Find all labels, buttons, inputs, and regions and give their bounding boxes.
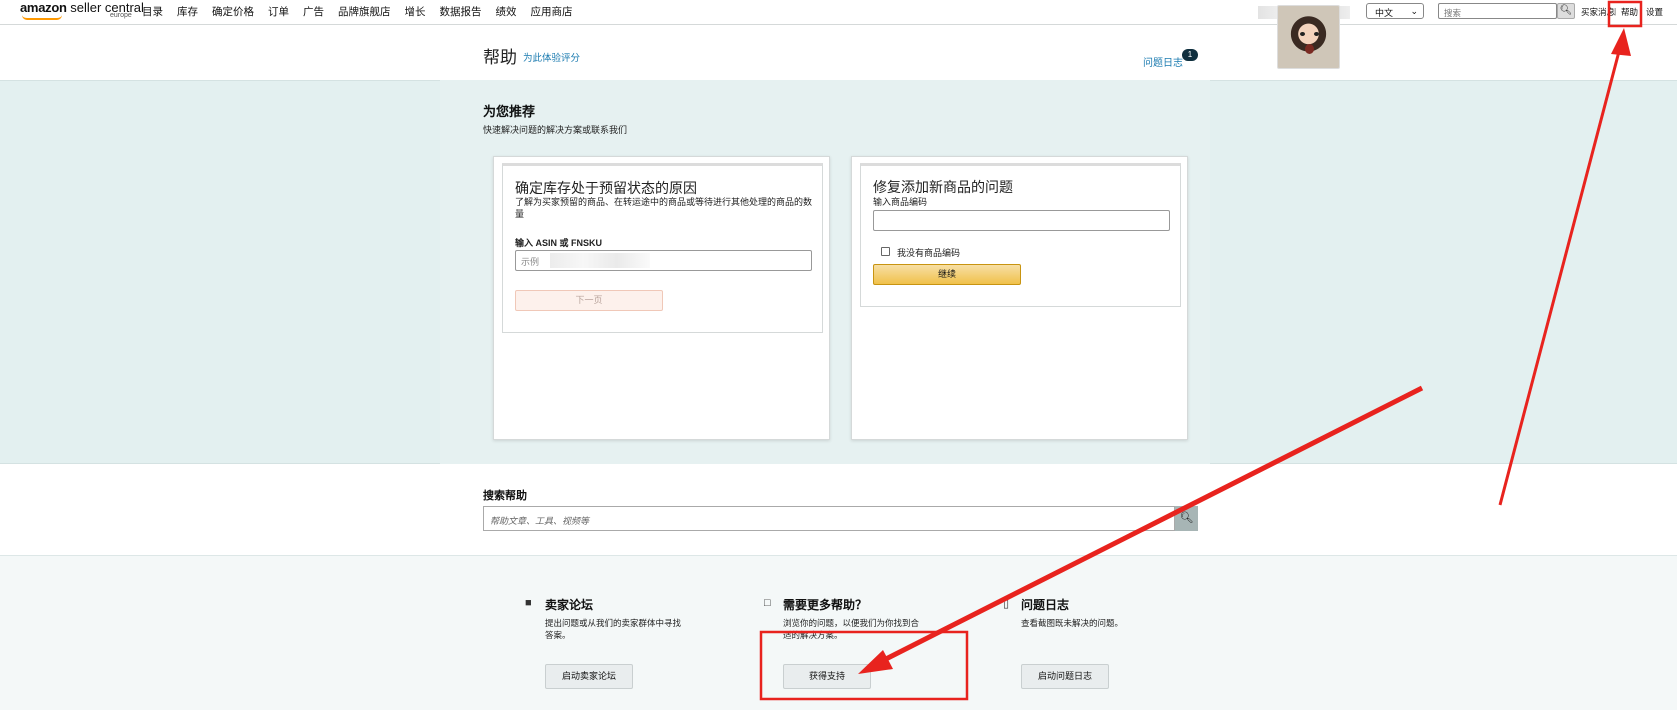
- language-select[interactable]: 中文 ⌄: [1366, 3, 1424, 19]
- recommend-subtitle: 快速解决问题的解决方案或联系我们: [483, 125, 628, 135]
- product-code-input[interactable]: [873, 210, 1170, 231]
- menu-item-inventory[interactable]: 库存: [177, 4, 198, 19]
- get-support-button[interactable]: 获得支持: [783, 664, 871, 689]
- menu-item-reports[interactable]: 数据报告: [440, 4, 482, 19]
- card-title: 修复添加新商品的问题: [873, 179, 1013, 195]
- seller-forum-title: 卖家论坛: [545, 598, 594, 612]
- no-product-code-checkbox[interactable]: [881, 247, 890, 256]
- settings-link[interactable]: 设置: [1646, 6, 1663, 18]
- speech-bubble-icon: □: [764, 597, 771, 609]
- card-add-product: 修复添加新商品的问题 输入商品编码 我没有商品编码 继续: [851, 156, 1188, 440]
- user-photo-overlay: [1277, 5, 1340, 69]
- buyer-messages-link[interactable]: 买家消息: [1581, 6, 1615, 18]
- menu-item-pricing[interactable]: 确定价格: [212, 4, 254, 19]
- help-link[interactable]: 帮助: [1621, 6, 1638, 18]
- logo-smile-icon: [22, 15, 62, 20]
- more-help-description: 浏览你的问题，以便我们为你找到合适的解决方案。: [783, 618, 920, 640]
- arrow-to-help-head: [1611, 28, 1631, 56]
- asin-fnsku-input[interactable]: 示例: [515, 250, 812, 271]
- card-reserved-inventory: 确定库存处于预留状态的原因 了解为买家预留的商品、在转运途中的商品或等待进行其他…: [493, 156, 830, 440]
- help-search-placeholder: 帮助文章、工具、视频等: [490, 516, 590, 526]
- menu-item-appstore[interactable]: 应用商店: [531, 4, 573, 19]
- top-search-input[interactable]: 搜索: [1438, 3, 1557, 19]
- asin-input-placeholder: 示例: [521, 257, 540, 267]
- top-navigation-bar: amazon seller central europe 目录 库存 确定价格 …: [0, 0, 1677, 25]
- chat-bubbles-icon: ■: [525, 597, 532, 609]
- continue-button[interactable]: 继续: [873, 264, 1021, 285]
- card-description: 了解为买家预留的商品、在转运途中的商品或等待进行其他处理的商品的数量: [515, 197, 813, 219]
- launch-issue-log-button[interactable]: 启动问题日志: [1021, 664, 1109, 689]
- menu-item-performance[interactable]: 绩效: [496, 4, 517, 19]
- card-add-product-body: 修复添加新商品的问题 输入商品编码 我没有商品编码 继续: [860, 163, 1181, 307]
- search-icon[interactable]: 🔍︎: [1557, 3, 1575, 19]
- logo-region: europe: [110, 12, 132, 19]
- document-icon: ▯: [1003, 598, 1010, 610]
- issue-log-title: 问题日志: [1021, 598, 1070, 612]
- help-search-input[interactable]: 帮助文章、工具、视频等: [483, 506, 1175, 531]
- link-separator: |: [1614, 6, 1617, 16]
- more-help-title: 需要更多帮助？: [783, 598, 868, 612]
- issue-log-link[interactable]: 问题日志: [1143, 54, 1183, 69]
- main-menu: 目录 库存 确定价格 订单 广告 品牌旗舰店 增长 数据报告 绩效 应用商店: [142, 4, 587, 19]
- seller-forum-description: 提出问题或从我们的卖家群体中寻找答案。: [545, 618, 682, 640]
- search-icon[interactable]: 🔍︎: [1175, 506, 1198, 531]
- menu-item-orders[interactable]: 订单: [268, 4, 289, 19]
- menu-item-growth[interactable]: 增长: [405, 4, 426, 19]
- launch-seller-forum-button[interactable]: 启动卖家论坛: [545, 664, 633, 689]
- next-page-button[interactable]: 下一页: [515, 290, 663, 311]
- blurred-example-value: [550, 253, 650, 268]
- issue-log-description: 查看截图既未解决的问题。: [1021, 618, 1124, 628]
- search-help-title: 搜索帮助: [483, 490, 527, 502]
- menu-item-advertising[interactable]: 广告: [303, 4, 324, 19]
- chevron-down-icon: ⌄: [1410, 6, 1418, 16]
- asin-field-label: 输入 ASIN 或 FNSKU: [515, 238, 603, 248]
- issue-count-badge: 1: [1182, 49, 1198, 61]
- language-value: 中文: [1375, 8, 1394, 18]
- card-reserved-inventory-body: 确定库存处于预留状态的原因 了解为买家预留的商品、在转运途中的商品或等待进行其他…: [502, 163, 823, 333]
- menu-item-catalog[interactable]: 目录: [142, 4, 163, 19]
- rate-experience-link[interactable]: 为此体验评分: [523, 50, 580, 64]
- no-product-code-label[interactable]: 我没有商品编码: [897, 246, 960, 259]
- menu-item-stores[interactable]: 品牌旗舰店: [338, 4, 391, 19]
- top-search-placeholder: 搜索: [1444, 8, 1462, 18]
- recommend-title: 为您推荐: [483, 104, 536, 119]
- product-code-label: 输入商品编码: [873, 197, 928, 207]
- page-title: 帮助: [483, 48, 517, 67]
- card-title: 确定库存处于预留状态的原因: [515, 180, 697, 196]
